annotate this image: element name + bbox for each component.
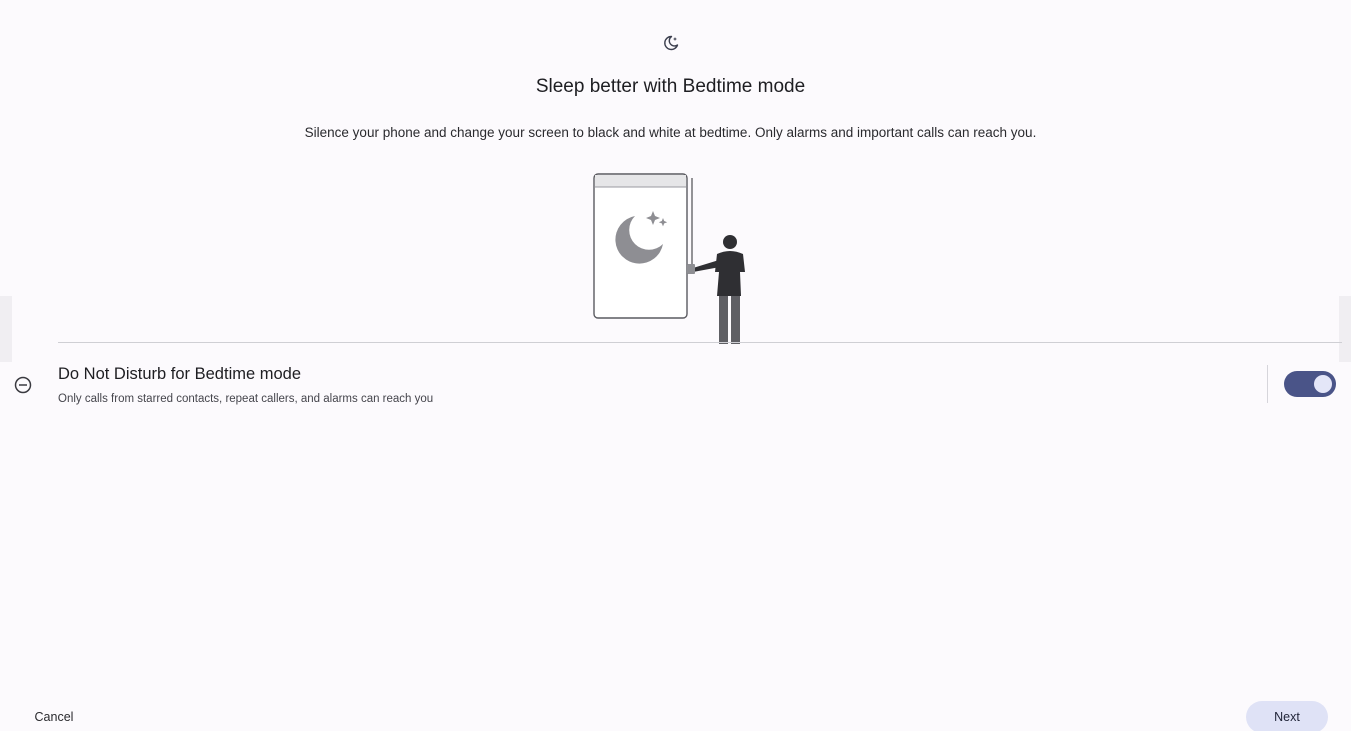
toggle-separator	[1267, 365, 1268, 403]
next-button[interactable]: Next	[1246, 701, 1328, 731]
setting-description: Only calls from starred contacts, repeat…	[58, 393, 434, 405]
bedtime-moon-icon	[664, 35, 679, 51]
dnd-bedtime-setting-row[interactable]: Do Not Disturb for Bedtime mode Only cal…	[0, 356, 1351, 418]
bedtime-mode-setup-page: Sleep better with Bedtime mode Silence y…	[0, 0, 1351, 731]
setting-title: Do Not Disturb for Bedtime mode	[58, 365, 302, 383]
section-divider	[58, 342, 1342, 343]
page-title: Sleep better with Bedtime mode	[535, 76, 806, 97]
page-subtitle: Silence your phone and change your scree…	[304, 125, 1037, 140]
dnd-toggle-switch[interactable]	[1284, 371, 1336, 397]
left-edge-handle	[0, 296, 12, 362]
cancel-button[interactable]: Cancel	[18, 703, 90, 731]
toggle-knob	[1314, 375, 1332, 393]
do-not-disturb-icon	[14, 376, 32, 394]
phone-moon-person-illustration	[593, 173, 745, 344]
right-edge-handle	[1339, 296, 1351, 362]
